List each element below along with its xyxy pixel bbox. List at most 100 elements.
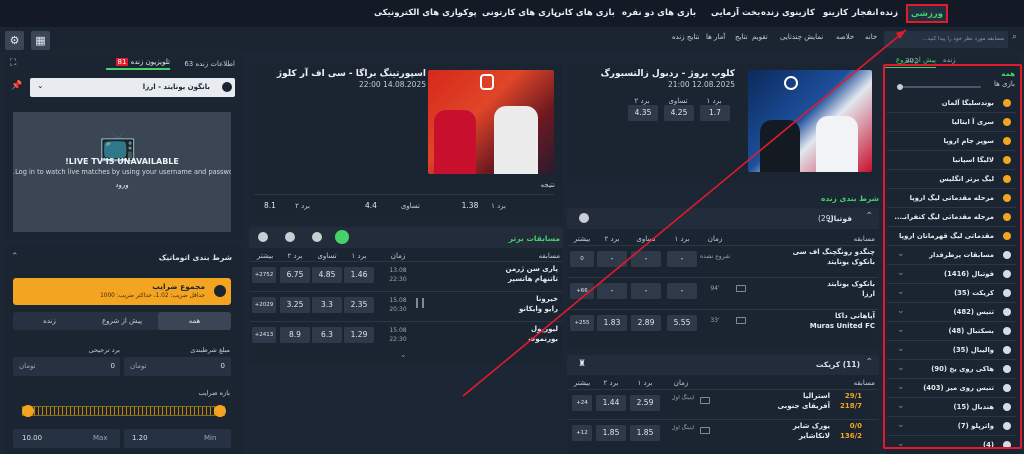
more-markets-button[interactable]: +24	[572, 395, 592, 411]
chevron-down-icon[interactable]: ⌄	[897, 306, 905, 316]
more-markets-button[interactable]: +12	[572, 425, 592, 441]
chevron-down-icon[interactable]: ⌄	[897, 420, 905, 430]
odd-1[interactable]: 1.29	[344, 327, 374, 343]
stats-icon[interactable]	[736, 317, 746, 324]
more-markets-button[interactable]: +66	[570, 283, 594, 299]
odd-1[interactable]: 5.55	[667, 315, 697, 331]
sidebar-item[interactable]: بوندسلیگا آلمان	[887, 94, 1016, 113]
nav-live[interactable]: زنده	[880, 0, 898, 27]
nav-cartoon[interactable]: بازی های کارتونی	[482, 0, 557, 27]
team-away[interactable]: Muras United FC	[770, 322, 875, 330]
expand-chevron-icon[interactable]: ⌄	[400, 350, 407, 359]
odd-x[interactable]: -	[631, 251, 661, 267]
sidebar-item[interactable]: بسکتبال (48) ⌄	[887, 322, 1016, 341]
featured1-odd-2[interactable]: 4.35	[628, 105, 658, 121]
football-tab-icon[interactable]	[258, 232, 268, 242]
tv-login-link[interactable]: ورود	[112, 181, 132, 189]
tab-prematch-autobet[interactable]: پیش از شروع	[86, 312, 158, 330]
odd-x[interactable]: 2.89	[631, 315, 661, 331]
sidebar-item[interactable]: هاکی روی یخ (90) ⌄	[887, 360, 1016, 379]
sidebar-item[interactable]: مرحله مقدماتی لیگ کنفرانـ...	[887, 208, 1016, 227]
search-icon[interactable]: ⌕	[1012, 32, 1022, 46]
more-markets-button[interactable]: +2752	[252, 267, 276, 283]
team-home[interactable]: چنگدو رونگچنگ اف سی	[770, 248, 875, 256]
odd-1[interactable]: 1.46	[344, 267, 374, 283]
odd-2[interactable]: 6.75	[280, 267, 310, 283]
search-input[interactable]: مسابقه مورد نظر خود را پیدا کنید...	[884, 31, 1008, 48]
sidebar-item[interactable]: مسابقات پرطرفدار ⌄	[887, 246, 1016, 265]
sidebar-item[interactable]: سوپر جام اروپا	[887, 132, 1016, 151]
settings-gear-icon[interactable]: ⚙	[5, 31, 24, 50]
featured1-odd-x[interactable]: 4.25	[664, 105, 694, 121]
chevron-down-icon[interactable]: ⌄	[897, 287, 905, 297]
odd-1[interactable]: 2.59	[630, 395, 660, 411]
odd-x[interactable]: -	[631, 283, 661, 299]
chevron-down-icon[interactable]: ⌄	[897, 325, 905, 335]
sidebar-item[interactable]: (4) ⌄	[887, 436, 1016, 454]
team-home[interactable]: پاری سن ژرمن	[450, 265, 558, 273]
team-home[interactable]: استرالیا	[745, 392, 830, 400]
tab-live-info[interactable]: اطلاعات زنده 63	[175, 60, 235, 68]
team-home[interactable]: آپاهانی داکا	[770, 312, 875, 320]
more-markets-button[interactable]: +2413	[252, 327, 276, 343]
nav-live-casino[interactable]: کازینوی زنده	[761, 0, 815, 27]
calculator-icon[interactable]: ▦	[31, 31, 50, 50]
volleyball-tab-icon[interactable]	[312, 232, 322, 242]
collapse-chevron-icon[interactable]: ⌃	[865, 357, 873, 368]
tab-live-autobet[interactable]: زنده	[13, 312, 86, 330]
team-away[interactable]: رایو وایکانو	[450, 305, 558, 313]
chevron-down-icon[interactable]: ⌄	[897, 439, 905, 449]
chevron-down-icon[interactable]: ⌄	[897, 401, 905, 411]
odd-x[interactable]: 4.85	[312, 267, 342, 283]
sidebar-item[interactable]: تنیس روی میز (403) ⌄	[887, 379, 1016, 398]
team-away[interactable]: تاتنهام هاتسپر	[450, 275, 558, 283]
tab-live-tv[interactable]: تلویزیون زنده 81	[106, 58, 170, 70]
tab-all[interactable]: همه	[158, 312, 231, 330]
odd-x[interactable]: 6.3	[312, 327, 342, 343]
nav-two-player[interactable]: بازی های دو نفره	[622, 0, 696, 27]
team-away[interactable]: آفریقای جنوبی	[745, 402, 831, 410]
pin-icon[interactable]: 📌	[11, 81, 22, 91]
odd-2[interactable]: 8.9	[280, 327, 310, 343]
breadcrumb-multiview[interactable]: نمایش چندتایی	[780, 33, 823, 41]
slider-handle-min[interactable]	[22, 405, 34, 417]
sidebar-item[interactable]: مرحله مقدماتی لیگ اروپا	[887, 189, 1016, 208]
tennis-ball-tab-icon[interactable]	[335, 230, 349, 244]
more-markets-button[interactable]: +255	[570, 315, 594, 331]
more-markets-button[interactable]: 0	[570, 251, 594, 267]
team-home[interactable]: لیورپول	[450, 325, 558, 333]
odd-2[interactable]: 3.25	[280, 297, 310, 313]
collapse-chevron-icon[interactable]: ⌃	[865, 211, 873, 222]
sidebar-item[interactable]: لالیگا اسپانیا	[887, 151, 1016, 170]
sidebar-item[interactable]: تنیس (482) ⌄	[887, 303, 1016, 322]
breadcrumb-results[interactable]: نتایج	[735, 33, 748, 41]
team-away[interactable]: ارزا	[770, 290, 875, 298]
team-home[interactable]: خیرونا	[450, 295, 558, 303]
tab-live[interactable]: زنده	[943, 56, 967, 68]
tv-stream-icon[interactable]	[700, 397, 710, 404]
chevron-down-icon[interactable]: ⌄	[897, 363, 905, 373]
breadcrumb-stats[interactable]: آمار ها	[706, 33, 725, 41]
more-markets-button[interactable]: +2029	[252, 297, 276, 313]
sidebar-item[interactable]: سری آ ایتالیا	[887, 113, 1016, 132]
sidebar-item[interactable]: فوتبال (1416) ⌄	[887, 265, 1016, 284]
odd-x[interactable]: 3.3	[312, 297, 342, 313]
breadcrumb-home[interactable]: خانه	[865, 33, 877, 41]
games-scroll-track[interactable]	[897, 84, 981, 90]
odd-2[interactable]: 1.44	[596, 395, 626, 411]
odd-1[interactable]: -	[667, 251, 697, 267]
slider-handle-max[interactable]	[214, 405, 226, 417]
team-home[interactable]: یورک شایر	[745, 422, 830, 430]
breadcrumb-summary[interactable]: خلاصه	[836, 33, 854, 41]
sidebar-item[interactable]: کریکت (35) ⌄	[887, 284, 1016, 303]
odd-1[interactable]: -	[667, 283, 697, 299]
odds-range-slider[interactable]	[22, 406, 225, 416]
odd-1[interactable]: 1.85	[630, 425, 660, 441]
team-away[interactable]: بورنموث	[450, 335, 558, 343]
stats-icon[interactable]	[736, 285, 746, 292]
chevron-down-icon[interactable]: ⌄	[897, 249, 905, 259]
chevron-down-icon[interactable]: ⌄	[897, 382, 905, 392]
nav-kanon[interactable]: بازی های کانن	[554, 0, 615, 27]
stats-bars-icon[interactable]	[416, 298, 424, 308]
odd-1[interactable]: 2.35	[344, 297, 374, 313]
